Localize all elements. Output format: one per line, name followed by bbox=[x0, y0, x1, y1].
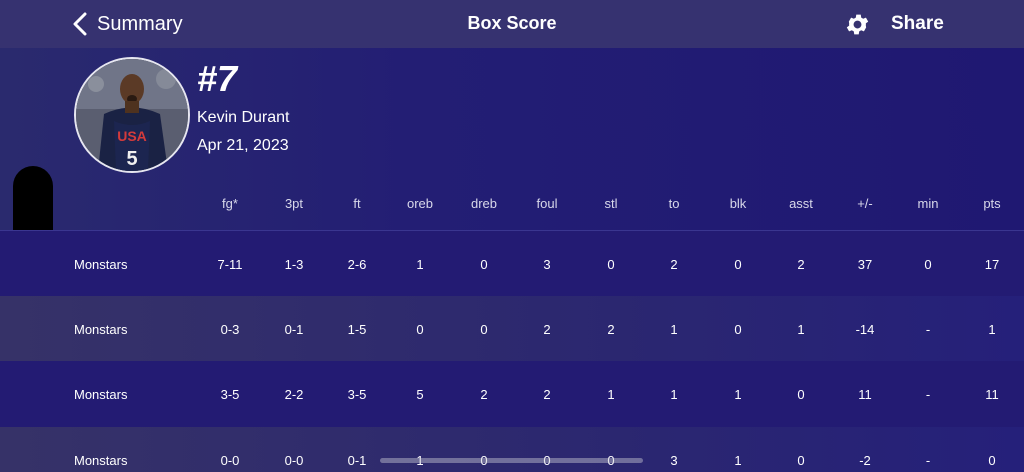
stat-cell: 1 bbox=[416, 257, 424, 272]
stat-cell: 0 bbox=[797, 453, 805, 468]
stat-cell: 3-5 bbox=[347, 387, 367, 402]
stat-cell: 0 bbox=[734, 322, 742, 337]
stat-cell: 2 bbox=[480, 387, 488, 402]
game-date: Apr 21, 2023 bbox=[197, 137, 289, 154]
stat-cell: 0 bbox=[480, 257, 488, 272]
player-number: #7 bbox=[197, 58, 238, 99]
svg-text:5: 5 bbox=[126, 148, 137, 170]
stat-cell: 11 bbox=[985, 387, 999, 402]
column-header: oreb bbox=[406, 196, 434, 211]
svg-text:USA: USA bbox=[117, 128, 147, 144]
stat-cell: 1 bbox=[670, 322, 678, 337]
player-photo: USA 5 bbox=[76, 59, 188, 171]
stat-cell: 0 bbox=[797, 387, 805, 402]
column-header: 3pt bbox=[284, 196, 304, 211]
stat-cell: 0-0 bbox=[220, 453, 240, 468]
column-header: pts bbox=[983, 196, 1001, 211]
stat-cell: - bbox=[925, 387, 931, 402]
player-avatar: USA 5 bbox=[74, 57, 190, 173]
stat-cell: 0 bbox=[924, 257, 932, 272]
stat-cell: 0 bbox=[607, 257, 615, 272]
stat-cell: 2 bbox=[543, 322, 551, 337]
team-name: Monstars bbox=[74, 453, 128, 468]
stat-cell: 2 bbox=[797, 257, 805, 272]
stat-cell: 0-0 bbox=[284, 453, 304, 468]
stat-cell: 7-11 bbox=[217, 257, 243, 272]
player-name: Kevin Durant bbox=[197, 109, 290, 126]
column-header: blk bbox=[729, 196, 747, 211]
stat-cell: 37 bbox=[857, 257, 873, 272]
stat-cell: 3 bbox=[670, 453, 678, 468]
horizontal-scrollbar[interactable] bbox=[380, 458, 643, 463]
stat-cell: - bbox=[925, 453, 931, 468]
stat-cell: 2-2 bbox=[284, 387, 304, 402]
stat-cell: 1 bbox=[670, 387, 678, 402]
gear-icon[interactable] bbox=[844, 11, 871, 38]
team-name: Monstars bbox=[74, 322, 128, 337]
column-header: +/- bbox=[857, 196, 873, 211]
column-header: dreb bbox=[470, 196, 498, 211]
column-header: stl bbox=[604, 196, 618, 211]
stat-cell: 0 bbox=[988, 453, 996, 468]
stat-cell: -2 bbox=[859, 453, 871, 468]
stat-cell: 0-3 bbox=[220, 322, 240, 337]
column-header: asst bbox=[789, 196, 813, 211]
team-name: Monstars bbox=[74, 387, 128, 402]
table-row[interactable]: Monstars 7-11 1-3 2-6 1 0 3 0 2 0 2 37 0… bbox=[0, 230, 1024, 297]
table-row[interactable]: Monstars 0-0 0-0 0-1 1 0 0 0 3 1 0 -2 - … bbox=[0, 427, 1024, 472]
stat-cell: 1-5 bbox=[347, 322, 367, 337]
stat-cell: 0 bbox=[416, 322, 424, 337]
column-header: ft bbox=[353, 196, 361, 211]
column-header: foul bbox=[536, 196, 558, 211]
table-row[interactable]: Monstars 0-3 0-1 1-5 0 0 2 2 1 0 1 -14 -… bbox=[0, 296, 1024, 362]
table-row[interactable]: Monstars 3-5 2-2 3-5 5 2 2 1 1 1 0 11 - … bbox=[0, 361, 1024, 427]
stat-cell: 3-5 bbox=[220, 387, 240, 402]
navigation-bar: Summary Box Score Share bbox=[0, 0, 1024, 48]
stat-cell: -14 bbox=[855, 322, 875, 337]
stat-cell: 1 bbox=[797, 322, 805, 337]
share-button[interactable]: Share bbox=[891, 13, 944, 35]
stat-cell: 0 bbox=[734, 257, 742, 272]
stat-cell: 2 bbox=[607, 322, 615, 337]
stat-cell: 1 bbox=[734, 387, 742, 402]
stat-cell: 2-6 bbox=[347, 257, 367, 272]
stat-cell: 17 bbox=[984, 257, 1000, 272]
stat-cell: 0-1 bbox=[347, 453, 367, 468]
stat-cell: 1 bbox=[734, 453, 742, 468]
stat-cell: 0-1 bbox=[284, 322, 304, 337]
stat-cell: 1 bbox=[988, 322, 996, 337]
stat-cell: 2 bbox=[543, 387, 551, 402]
stat-cell: 11 bbox=[858, 387, 872, 402]
stat-column-headers: fg* 3pt ft oreb dreb foul stl to blk ass… bbox=[0, 196, 1024, 216]
stat-cell: 3 bbox=[543, 257, 551, 272]
stat-cell: 1 bbox=[607, 387, 615, 402]
stat-cell: 2 bbox=[670, 257, 678, 272]
stat-cell: 1-3 bbox=[284, 257, 304, 272]
team-name: Monstars bbox=[74, 257, 128, 272]
stat-cell: - bbox=[925, 322, 931, 337]
column-header: fg* bbox=[222, 196, 238, 211]
column-header: to bbox=[668, 196, 680, 211]
column-header: min bbox=[917, 196, 939, 211]
stat-cell: 0 bbox=[480, 322, 488, 337]
stat-cell: 5 bbox=[416, 387, 424, 402]
